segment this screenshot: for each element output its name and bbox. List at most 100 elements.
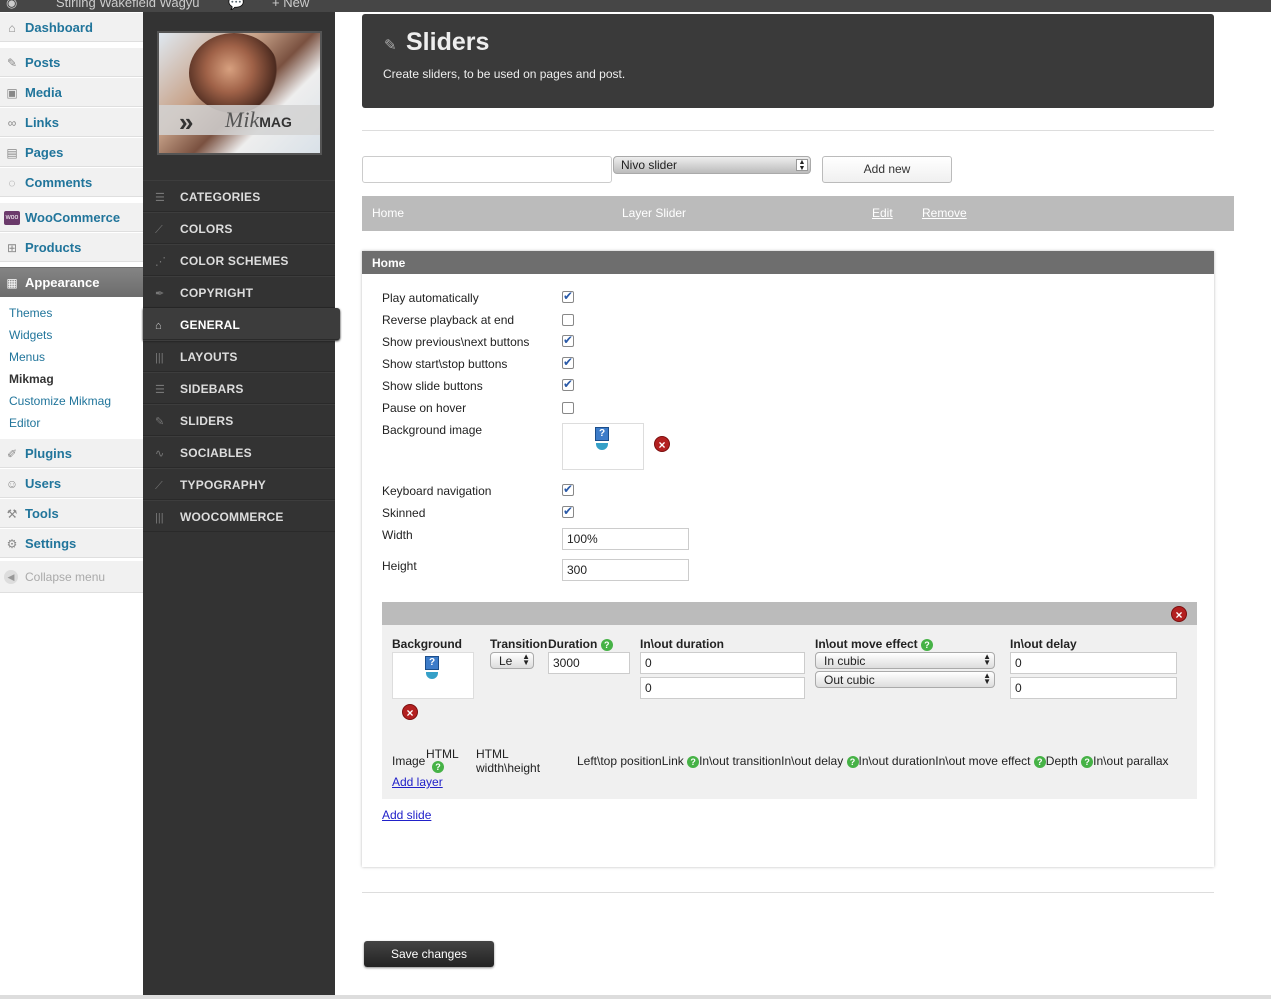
in-move-effect-select[interactable]: In cubic ▲ ▼ — [815, 652, 995, 669]
submenu-themes[interactable]: Themes — [9, 306, 52, 320]
out-move-effect-select[interactable]: Out cubic ▲ ▼ — [815, 671, 995, 688]
help-icon[interactable]: ? — [1033, 755, 1046, 768]
nav-label: COLOR SCHEMES — [180, 254, 289, 268]
theme-options-nav: » MikMAG ☰ CATEGORIES ⟋ COLORS ⋰ COLOR SCHE… — [143, 12, 340, 999]
admin-menu: ⌂ Dashboard ✎ Posts ▣ Media ∞ Links ▤ Pages ◌… — [0, 12, 143, 999]
background-col-header: Background — [392, 637, 463, 651]
menu-label: Dashboard — [25, 20, 93, 35]
menu-label: Pages — [25, 145, 64, 160]
nav-color-schemes[interactable]: ⋰ COLOR SCHEMES — [143, 244, 335, 276]
transition-col-header: Transition — [490, 637, 548, 651]
out-delay-input[interactable]: 0 — [1010, 677, 1177, 699]
nav-categories[interactable]: ☰ CATEGORIES — [143, 180, 335, 212]
edit-link[interactable]: Edit — [872, 206, 893, 220]
transition-select[interactable]: Le ▲ ▼ — [490, 652, 534, 669]
show-prev-next-checkbox[interactable] — [562, 333, 574, 347]
collapse-menu[interactable]: ◀ Collapse menu — [0, 560, 143, 593]
menu-label: Products — [25, 240, 82, 255]
menu-item-plugins[interactable]: ✐ Plugins — [0, 438, 143, 468]
add-new-button[interactable]: Add new — [822, 156, 952, 183]
nav-layouts[interactable]: ||| LAYOUTS — [143, 340, 335, 372]
comments-icon[interactable]: 💬 — [228, 0, 244, 11]
menu-item-settings[interactable]: ⚙ Settings — [0, 528, 143, 558]
submenu-editor[interactable]: Editor — [9, 416, 40, 430]
slider-type-select[interactable]: Nivo slider ▲ ▼ — [613, 156, 811, 174]
menu-item-media[interactable]: ▣ Media — [0, 77, 143, 107]
pause-on-hover-checkbox[interactable] — [562, 402, 574, 414]
inout-transition-label: In\out transition — [699, 754, 782, 768]
menu-item-tools[interactable]: ⚒ Tools — [0, 498, 143, 528]
menu-item-users[interactable]: ☺ Users — [0, 468, 143, 498]
help-icon[interactable]: ? — [687, 755, 700, 768]
layer-col-html-wh: HTML width\height — [476, 747, 541, 775]
duration-input[interactable]: 3000 — [548, 652, 630, 674]
play-automatically-checkbox[interactable] — [562, 289, 574, 303]
slider-settings-panel: Home Play automatically Reverse playback… — [362, 251, 1214, 867]
submenu-mikmag[interactable]: Mikmag — [9, 372, 54, 386]
remove-image-icon[interactable]: × — [654, 436, 670, 452]
out-duration-input[interactable]: 0 — [640, 677, 805, 699]
reverse-playback-checkbox[interactable] — [562, 314, 574, 326]
nav-copyright[interactable]: ✒ COPYRIGHT — [143, 276, 335, 308]
menu-item-posts[interactable]: ✎ Posts — [0, 47, 143, 77]
out-move-value: Out cubic — [824, 673, 875, 687]
show-start-stop-checkbox[interactable] — [562, 355, 574, 369]
width-input[interactable]: 100% — [562, 528, 689, 550]
remove-link[interactable]: Remove — [922, 206, 967, 220]
menu-item-links[interactable]: ∞ Links — [0, 107, 143, 137]
help-icon[interactable]: ? — [1081, 755, 1094, 768]
select-arrows-icon: ▲ ▼ — [796, 159, 808, 172]
site-name-link[interactable]: Stirling Wakefield Wagyu — [56, 0, 200, 10]
woo-icon: woo — [4, 211, 20, 225]
add-slide-link[interactable]: Add slide — [382, 808, 431, 822]
slide-background-picker[interactable]: ? — [392, 652, 474, 699]
save-changes-button[interactable]: Save changes — [364, 941, 494, 967]
new-content-link[interactable]: + New — [272, 0, 309, 10]
menu-item-products[interactable]: ⊞ Products — [0, 232, 143, 262]
in-duration-input[interactable]: 0 — [640, 652, 805, 674]
logo-chevron-icon: » — [179, 107, 194, 137]
nav-general[interactable]: ⌂ GENERAL — [143, 308, 340, 340]
keyboard-navigation-checkbox[interactable] — [562, 482, 574, 496]
remove-slide-icon[interactable]: × — [1171, 606, 1187, 622]
height-input[interactable]: 300 — [562, 559, 689, 581]
menu-item-pages[interactable]: ▤ Pages — [0, 137, 143, 167]
background-image-picker[interactable]: ? — [562, 423, 644, 470]
skinned-checkbox[interactable] — [562, 504, 574, 518]
nav-woocommerce[interactable]: ||| WOOCOMMERCE — [143, 500, 335, 532]
option-label: Reverse playback at end — [382, 313, 515, 327]
list-icon: ☰ — [155, 384, 165, 396]
help-icon[interactable]: ? — [846, 755, 859, 768]
menu-item-appearance[interactable]: ▦ Appearance — [0, 267, 143, 297]
tools-icon: ⚒ — [6, 507, 18, 521]
divider — [362, 130, 1214, 131]
nav-typography[interactable]: ⟋ TYPOGRAPHY — [143, 468, 335, 500]
menu-item-dashboard[interactable]: ⌂ Dashboard — [0, 12, 143, 42]
collapse-arrow-icon: ◀ — [4, 570, 18, 584]
nav-sidebars[interactable]: ☰ SIDEBARS — [143, 372, 335, 404]
nav-colors[interactable]: ⟋ COLORS — [143, 212, 335, 244]
submenu-menus[interactable]: Menus — [9, 350, 45, 364]
menu-item-woocommerce[interactable]: woo WooCommerce — [0, 202, 143, 232]
remove-slide-background-icon[interactable]: × — [402, 704, 418, 720]
in-delay-input[interactable]: 0 — [1010, 652, 1177, 674]
nav-sliders[interactable]: ✎ SLIDERS — [143, 404, 335, 436]
transition-value: Le — [499, 654, 513, 668]
help-icon[interactable]: ? — [432, 761, 444, 773]
add-layer-link[interactable]: Add layer — [392, 775, 443, 789]
submenu-customize-mikmag[interactable]: Customize Mikmag — [9, 394, 111, 408]
appearance-icon: ▦ — [6, 276, 18, 290]
option-label: Pause on hover — [382, 401, 467, 415]
slider-name-input[interactable] — [362, 156, 612, 183]
menu-item-comments[interactable]: ◌ Comments — [0, 167, 143, 197]
help-icon[interactable]: ? — [600, 638, 613, 651]
menu-label: Users — [25, 476, 62, 491]
nav-label: WOOCOMMERCE — [180, 510, 284, 524]
brush-icon: ⟋ — [155, 480, 163, 492]
wordpress-logo-icon[interactable]: ◉ — [6, 0, 17, 11]
help-icon[interactable]: ? — [921, 638, 934, 651]
submenu-widgets[interactable]: Widgets — [9, 328, 52, 342]
nav-sociables[interactable]: ∿ SOCIABLES — [143, 436, 335, 468]
inout-duration-label: In\out duration — [858, 754, 936, 768]
show-slide-buttons-checkbox[interactable] — [562, 377, 574, 391]
